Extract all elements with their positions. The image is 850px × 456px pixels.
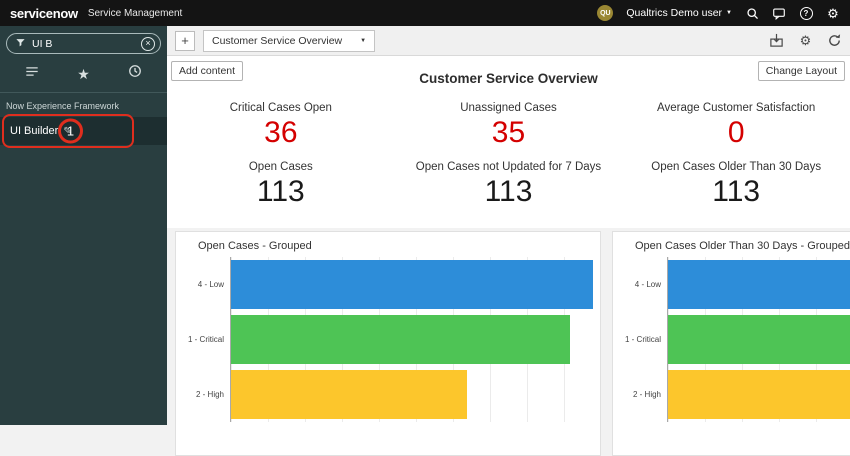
dashboard-settings-gear-icon[interactable]: ⚙ bbox=[798, 33, 813, 48]
stat-card: Open Cases Older Than 30 Days 113 bbox=[622, 161, 850, 210]
bar bbox=[231, 370, 467, 419]
stat-label: Open Cases not Updated for 7 Days bbox=[395, 161, 623, 173]
user-menu[interactable]: Qualtrics Demo user ▼ bbox=[626, 7, 732, 19]
chart-open-cases-older-grouped: Open Cases Older Than 30 Days - Grouped … bbox=[612, 231, 850, 456]
bar bbox=[668, 315, 850, 364]
annotation-step-badge: 1 bbox=[58, 119, 83, 144]
stat-card: Open Cases 113 bbox=[167, 161, 395, 210]
bar-category-label: 2 - High bbox=[176, 390, 230, 399]
bar-row: 1 - Critical bbox=[176, 312, 600, 367]
stat-value: 35 bbox=[395, 116, 623, 151]
add-content-button[interactable]: Add content bbox=[171, 61, 243, 81]
bar-category-label: 4 - Low bbox=[176, 280, 230, 289]
stat-value: 113 bbox=[622, 175, 850, 210]
stat-label: Average Customer Satisfaction bbox=[622, 102, 850, 114]
bar-row: 4 - Low bbox=[613, 257, 850, 312]
header-actions: QU Qualtrics Demo user ▼ ? ⚙ bbox=[597, 5, 840, 21]
search-icon[interactable] bbox=[745, 6, 759, 20]
chart-plot: 4 - Low 1 - Critical 2 - High bbox=[613, 257, 850, 422]
chevron-down-icon: ▼ bbox=[726, 10, 732, 16]
sidebar-item-ui-builder[interactable]: UI Builder ✎ 1 bbox=[0, 117, 167, 145]
bar bbox=[231, 260, 593, 309]
bar-track bbox=[667, 257, 850, 312]
stat-card: Critical Cases Open 36 bbox=[167, 102, 395, 151]
chart-title: Open Cases - Grouped bbox=[198, 240, 600, 252]
bar-row: 2 - High bbox=[613, 367, 850, 422]
stat-value: 113 bbox=[395, 175, 623, 210]
bar-category-label: 4 - Low bbox=[613, 280, 667, 289]
stat-card: Average Customer Satisfaction 0 bbox=[622, 102, 850, 151]
stat-card: Unassigned Cases 35 bbox=[395, 102, 623, 151]
search-query-text: UI B bbox=[32, 38, 135, 50]
history-clock-icon[interactable] bbox=[128, 64, 142, 83]
bar-track bbox=[667, 312, 850, 367]
bar-row: 4 - Low bbox=[176, 257, 600, 312]
navigator-tabs: ★ bbox=[0, 54, 167, 93]
bar bbox=[231, 315, 570, 364]
chat-icon[interactable] bbox=[772, 6, 786, 20]
add-tab-button[interactable]: + bbox=[175, 31, 195, 51]
chevron-down-icon: ▼ bbox=[360, 38, 366, 44]
dashboard-title: Customer Service Overview bbox=[167, 71, 850, 86]
chart-plot: 4 - Low 1 - Critical 2 - High bbox=[176, 257, 600, 422]
filter-navigator-sidebar: UI B × ★ Now Experience Framework UI Bui… bbox=[0, 26, 167, 425]
app-header: servicenow Service Management QU Qualtri… bbox=[0, 0, 850, 26]
servicenow-logo: servicenow bbox=[10, 6, 78, 21]
toolbar-actions: ⚙ bbox=[769, 33, 842, 48]
user-name-label: Qualtrics Demo user bbox=[626, 7, 722, 19]
settings-gear-icon[interactable]: ⚙ bbox=[826, 6, 840, 20]
bar-category-label: 1 - Critical bbox=[613, 335, 667, 344]
bar-row: 1 - Critical bbox=[613, 312, 850, 367]
dashboard-select[interactable]: Customer Service Overview ▼ bbox=[203, 30, 375, 52]
stat-label: Open Cases bbox=[167, 161, 395, 173]
stat-value: 113 bbox=[167, 175, 395, 210]
bar-track bbox=[667, 367, 850, 422]
stat-value: 36 bbox=[167, 116, 395, 151]
ui-builder-label: UI Builder bbox=[10, 125, 58, 137]
bar-category-label: 2 - High bbox=[613, 390, 667, 399]
bar-track bbox=[230, 367, 600, 422]
product-title: Service Management bbox=[88, 8, 183, 19]
bar-row: 2 - High bbox=[176, 367, 600, 422]
user-avatar[interactable]: QU bbox=[597, 5, 613, 21]
dashboard-canvas: Add content Change Layout Customer Servi… bbox=[167, 56, 850, 228]
stat-value: 0 bbox=[622, 116, 850, 151]
stat-label: Unassigned Cases bbox=[395, 102, 623, 114]
all-applications-icon[interactable] bbox=[25, 65, 39, 83]
stat-card: Open Cases not Updated for 7 Days 113 bbox=[395, 161, 623, 210]
dashboard-toolbar: + Customer Service Overview ▼ ⚙ bbox=[167, 26, 850, 56]
help-icon[interactable]: ? bbox=[799, 6, 813, 20]
bar-track bbox=[230, 312, 600, 367]
chart-open-cases-grouped: Open Cases - Grouped 4 - Low 1 - Critical… bbox=[175, 231, 601, 456]
refresh-icon[interactable] bbox=[827, 33, 842, 48]
bar-category-label: 1 - Critical bbox=[176, 335, 230, 344]
bar bbox=[668, 370, 850, 419]
stat-label: Critical Cases Open bbox=[167, 102, 395, 114]
save-dashboard-icon[interactable] bbox=[769, 33, 784, 48]
application-section-label: Now Experience Framework bbox=[0, 93, 167, 117]
bar bbox=[668, 260, 850, 309]
stats-grid: Critical Cases Open36Unassigned Cases35A… bbox=[167, 102, 850, 209]
navigator-search-input[interactable]: UI B × bbox=[6, 33, 161, 54]
change-layout-button[interactable]: Change Layout bbox=[758, 61, 845, 81]
question-mark: ? bbox=[800, 7, 813, 20]
chart-title: Open Cases Older Than 30 Days - Grouped bbox=[635, 240, 850, 252]
dashboard-select-value: Customer Service Overview bbox=[212, 35, 342, 47]
bar-track bbox=[230, 257, 600, 312]
clear-search-icon[interactable]: × bbox=[141, 37, 155, 51]
stat-label: Open Cases Older Than 30 Days bbox=[622, 161, 850, 173]
filter-funnel-icon bbox=[15, 35, 26, 53]
favorites-star-icon[interactable]: ★ bbox=[77, 67, 90, 81]
